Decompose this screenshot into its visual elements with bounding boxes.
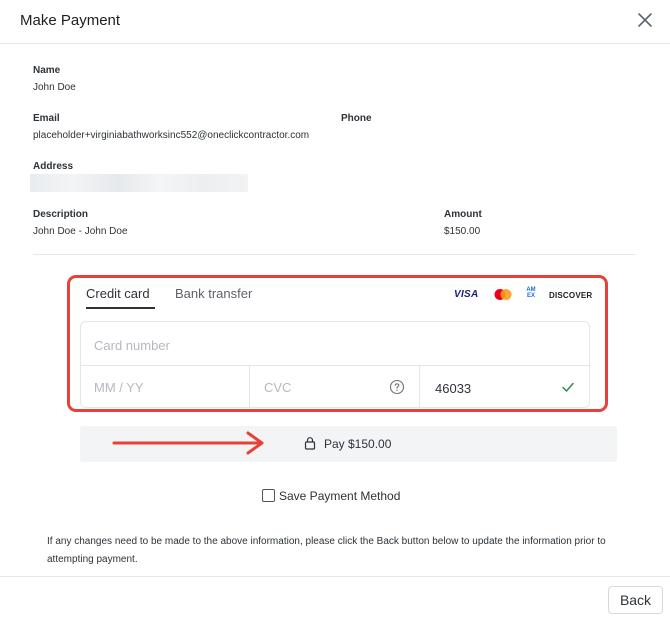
field-divider [419,366,420,407]
card-number-input[interactable]: Card number [94,338,170,353]
field-divider [81,365,589,366]
mastercard-icon [494,289,512,300]
expiry-input[interactable]: MM / YY [94,380,144,395]
email-value: placeholder+virginiabathworksinc552@onec… [33,130,310,141]
amount-value: $150.00 [444,226,481,237]
close-icon[interactable] [634,9,656,31]
info-text: If any changes need to be made to the ab… [47,536,606,565]
zip-input[interactable]: 46033 [435,381,471,396]
phone-label: Phone [341,113,372,124]
amount-label: Amount [444,209,482,220]
modal-header: Make Payment [0,0,670,44]
divider [33,254,636,255]
tab-credit-card[interactable]: Credit card [86,286,150,301]
tab-bank-transfer[interactable]: Bank transfer [175,286,252,301]
check-icon [562,382,574,392]
name-label: Name [33,65,61,76]
footer-divider [0,576,670,577]
field-divider [249,366,250,407]
arrow-right-icon [112,431,264,455]
name-value: John Doe [33,82,76,93]
address-label: Address [33,161,74,172]
visa-logo: VISA [454,289,479,300]
discover-logo: DISCOVER [549,291,593,300]
save-payment-method-checkbox[interactable] [262,489,275,502]
amex-logo: AM EX [526,287,536,299]
active-tab-indicator [86,307,155,309]
help-icon[interactable] [389,379,405,395]
lock-icon [304,437,316,450]
back-button[interactable]: Back [608,586,663,614]
address-value-redacted [30,174,248,192]
pay-button-label: Pay $150.00 [324,437,392,451]
save-payment-method-label[interactable]: Save Payment Method [279,489,400,503]
email-label: Email [33,113,60,124]
card-fields: Card number MM / YY CVC 46033 [80,321,590,408]
description-label: Description [33,209,89,220]
description-value: John Doe - John Doe [33,226,128,237]
cvc-input[interactable]: CVC [264,380,291,395]
modal-title: Make Payment [20,12,121,29]
